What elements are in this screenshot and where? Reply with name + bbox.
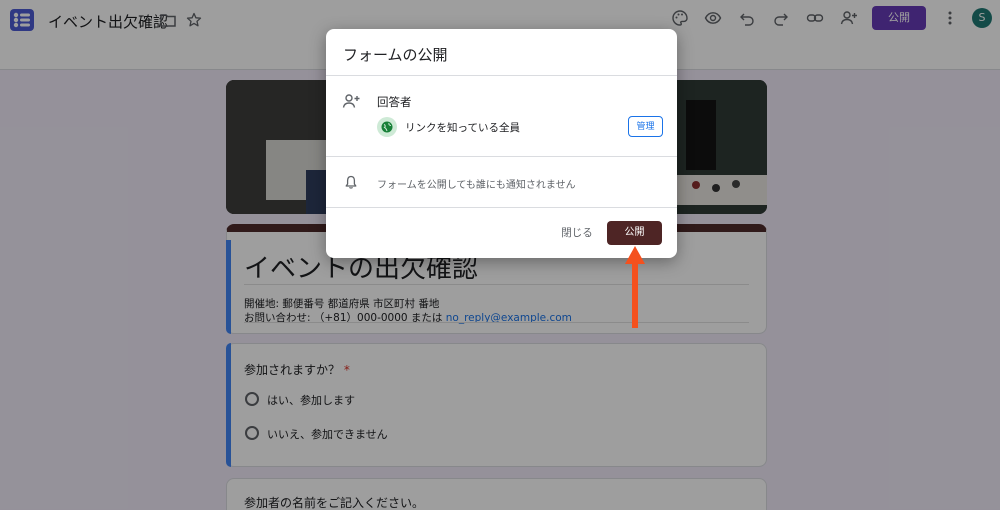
dialog-title: フォームの公開 bbox=[343, 46, 448, 64]
manage-button[interactable]: 管理 bbox=[628, 116, 663, 137]
notification-text: フォームを公開しても誰にも通知されません bbox=[377, 180, 576, 191]
link-access-label: リンクを知っている全員 bbox=[405, 122, 520, 134]
dialog-divider bbox=[326, 156, 677, 157]
publish-dialog: フォームの公開 回答者 リンクを知っている全員 管理 フォームを公開しても誰にも… bbox=[326, 29, 677, 258]
person-add-icon bbox=[342, 94, 360, 108]
close-button[interactable]: 閉じる bbox=[554, 222, 600, 244]
globe-badge bbox=[377, 117, 397, 137]
dialog-divider bbox=[326, 207, 677, 208]
publish-button[interactable]: 公開 bbox=[607, 221, 662, 245]
bell-icon bbox=[345, 175, 357, 189]
annotation-arrow-icon bbox=[625, 246, 645, 328]
dialog-divider bbox=[326, 75, 677, 76]
globe-icon bbox=[381, 121, 393, 133]
responders-heading: 回答者 bbox=[377, 95, 412, 109]
